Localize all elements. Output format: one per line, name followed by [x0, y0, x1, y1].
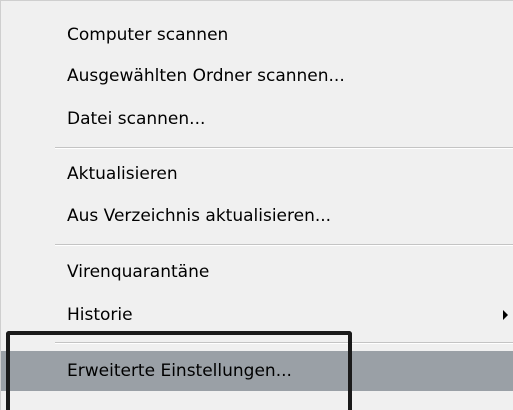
- menu-item-label: Datei scannen...: [67, 109, 206, 129]
- menu-item-aus-verzeichnis-aktualisieren[interactable]: Aus Verzeichnis aktualisieren...: [1, 196, 513, 236]
- menu-item-datei-scannen[interactable]: Datei scannen...: [1, 99, 513, 139]
- menu-item-label: Computer scannen: [67, 25, 229, 45]
- menu-item-historie[interactable]: Historie: [1, 295, 513, 335]
- menu-separator: [55, 244, 513, 246]
- menu-item-ausgewaehlten-ordner-scannen[interactable]: Ausgewählten Ordner scannen...: [1, 56, 513, 96]
- menu-item-aktualisieren[interactable]: Aktualisieren: [1, 154, 513, 194]
- menu-item-erweiterte-einstellungen[interactable]: Erweiterte Einstellungen...: [1, 351, 513, 391]
- menu-item-computer-scannen[interactable]: Computer scannen: [1, 15, 513, 55]
- menu-item-label: Aktualisieren: [67, 164, 178, 184]
- menu-item-label: Ausgewählten Ordner scannen...: [67, 66, 345, 86]
- submenu-arrow-icon: [503, 310, 508, 320]
- menu-item-label: Aus Verzeichnis aktualisieren...: [67, 206, 332, 226]
- menu-item-label: Historie: [67, 305, 133, 325]
- menu-item-label: Erweiterte Einstellungen...: [67, 361, 292, 381]
- menu-separator: [55, 147, 513, 149]
- menu-item-virenquarantaene[interactable]: Virenquarantäne: [1, 252, 513, 292]
- menu-item-label: Virenquarantäne: [67, 262, 210, 282]
- menu-separator: [55, 342, 513, 344]
- context-menu: Computer scannen Ausgewählten Ordner sca…: [0, 0, 513, 410]
